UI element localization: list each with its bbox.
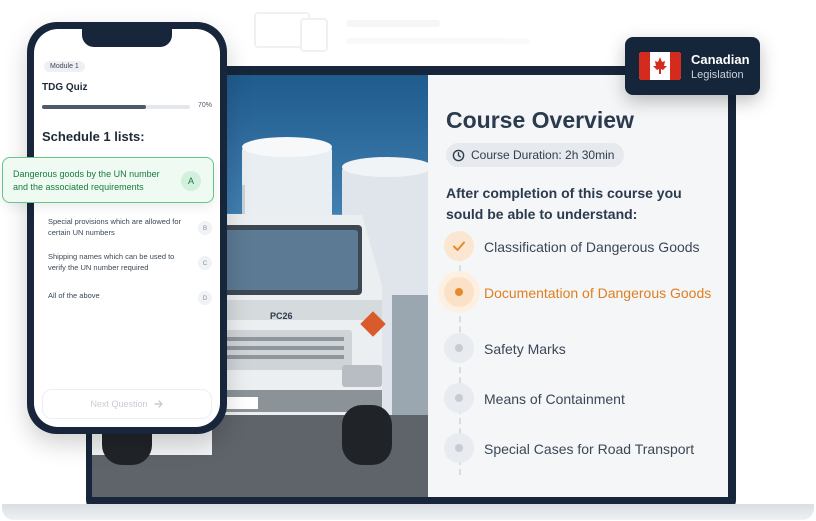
- answer-option-d[interactable]: All of the above D: [42, 284, 216, 314]
- canadian-legislation-badge: Canadian Legislation: [625, 37, 760, 95]
- course-topics-timeline: Classification of Dangerous Goods Docume…: [444, 223, 724, 493]
- badge-subtitle: Legislation: [691, 69, 744, 81]
- course-overview-panel: Course Overview Course Duration: 2h 30mi…: [428, 75, 728, 497]
- course-duration-text: Course Duration: 2h 30min: [471, 148, 615, 162]
- answer-option-c[interactable]: Shipping names which can be used to veri…: [42, 249, 216, 279]
- canada-flag-icon: [639, 52, 681, 80]
- topic-item[interactable]: Safety Marks: [444, 325, 724, 369]
- quiz-progress-percent: 70%: [198, 102, 213, 109]
- answer-option-a-selected[interactable]: Dangerous goods by the UN number and the…: [2, 157, 214, 203]
- topic-label: Means of Containment: [484, 391, 625, 407]
- course-intro-text: After completion of this course you soul…: [446, 185, 682, 222]
- badge-title: Canadian: [691, 52, 750, 67]
- next-question-label: Next Question: [90, 399, 148, 409]
- answer-option-letter: A: [181, 171, 201, 191]
- question-title: Schedule 1 lists:: [42, 129, 145, 144]
- answer-option-text: Dangerous goods by the UN number and the…: [13, 169, 160, 192]
- topic-label: Special Cases for Road Transport: [484, 441, 695, 457]
- clock-icon: [452, 149, 465, 161]
- topic-item[interactable]: Classification of Dangerous Goods: [444, 223, 724, 267]
- course-duration-badge: Course Duration: 2h 30min: [446, 143, 625, 167]
- answer-option-text: Special provisions which are allowed for…: [48, 217, 181, 237]
- module-tag: Module 1: [44, 61, 85, 72]
- laptop-base: [2, 504, 814, 520]
- quiz-title: TDG Quiz: [42, 82, 88, 93]
- truck-plate: PC26: [270, 311, 293, 321]
- topic-label: Safety Marks: [484, 341, 566, 357]
- answer-option-text: All of the above: [48, 291, 100, 300]
- quiz-progress-bar: [42, 105, 190, 109]
- checkmark-icon: [444, 231, 474, 261]
- topic-item[interactable]: Means of Containment: [444, 375, 724, 419]
- course-overview-title: Course Overview: [446, 107, 634, 133]
- pending-dot-icon: [444, 333, 474, 363]
- background-devices-illustration: [250, 8, 550, 56]
- answer-option-text: Shipping names which can be used to veri…: [48, 252, 175, 272]
- quiz-progress-fill: [42, 105, 146, 109]
- placeholder-line: [346, 20, 440, 27]
- topic-label: Documentation of Dangerous Goods: [484, 285, 712, 301]
- answer-option-letter: D: [198, 291, 212, 305]
- topic-item[interactable]: Documentation of Dangerous Goods: [444, 269, 724, 313]
- placeholder-line: [346, 38, 530, 44]
- phone-notch: [82, 29, 172, 47]
- answer-option-letter: B: [198, 221, 212, 235]
- next-question-button[interactable]: Next Question: [42, 389, 212, 419]
- phone-frame: Module 1 TDG Quiz 70% Schedule 1 lists: …: [27, 22, 227, 434]
- pending-dot-icon: [444, 433, 474, 463]
- active-dot-icon: [444, 277, 474, 307]
- topic-label: Classification of Dangerous Goods: [484, 239, 700, 255]
- phone-outline-icon: [300, 18, 328, 52]
- phone-screen: Module 1 TDG Quiz 70% Schedule 1 lists: …: [34, 29, 220, 427]
- answer-option-b[interactable]: Special provisions which are allowed for…: [42, 214, 216, 244]
- topic-item[interactable]: Special Cases for Road Transport: [444, 425, 724, 469]
- answer-option-letter: C: [198, 256, 212, 270]
- arrow-right-icon: [153, 400, 163, 408]
- pending-dot-icon: [444, 383, 474, 413]
